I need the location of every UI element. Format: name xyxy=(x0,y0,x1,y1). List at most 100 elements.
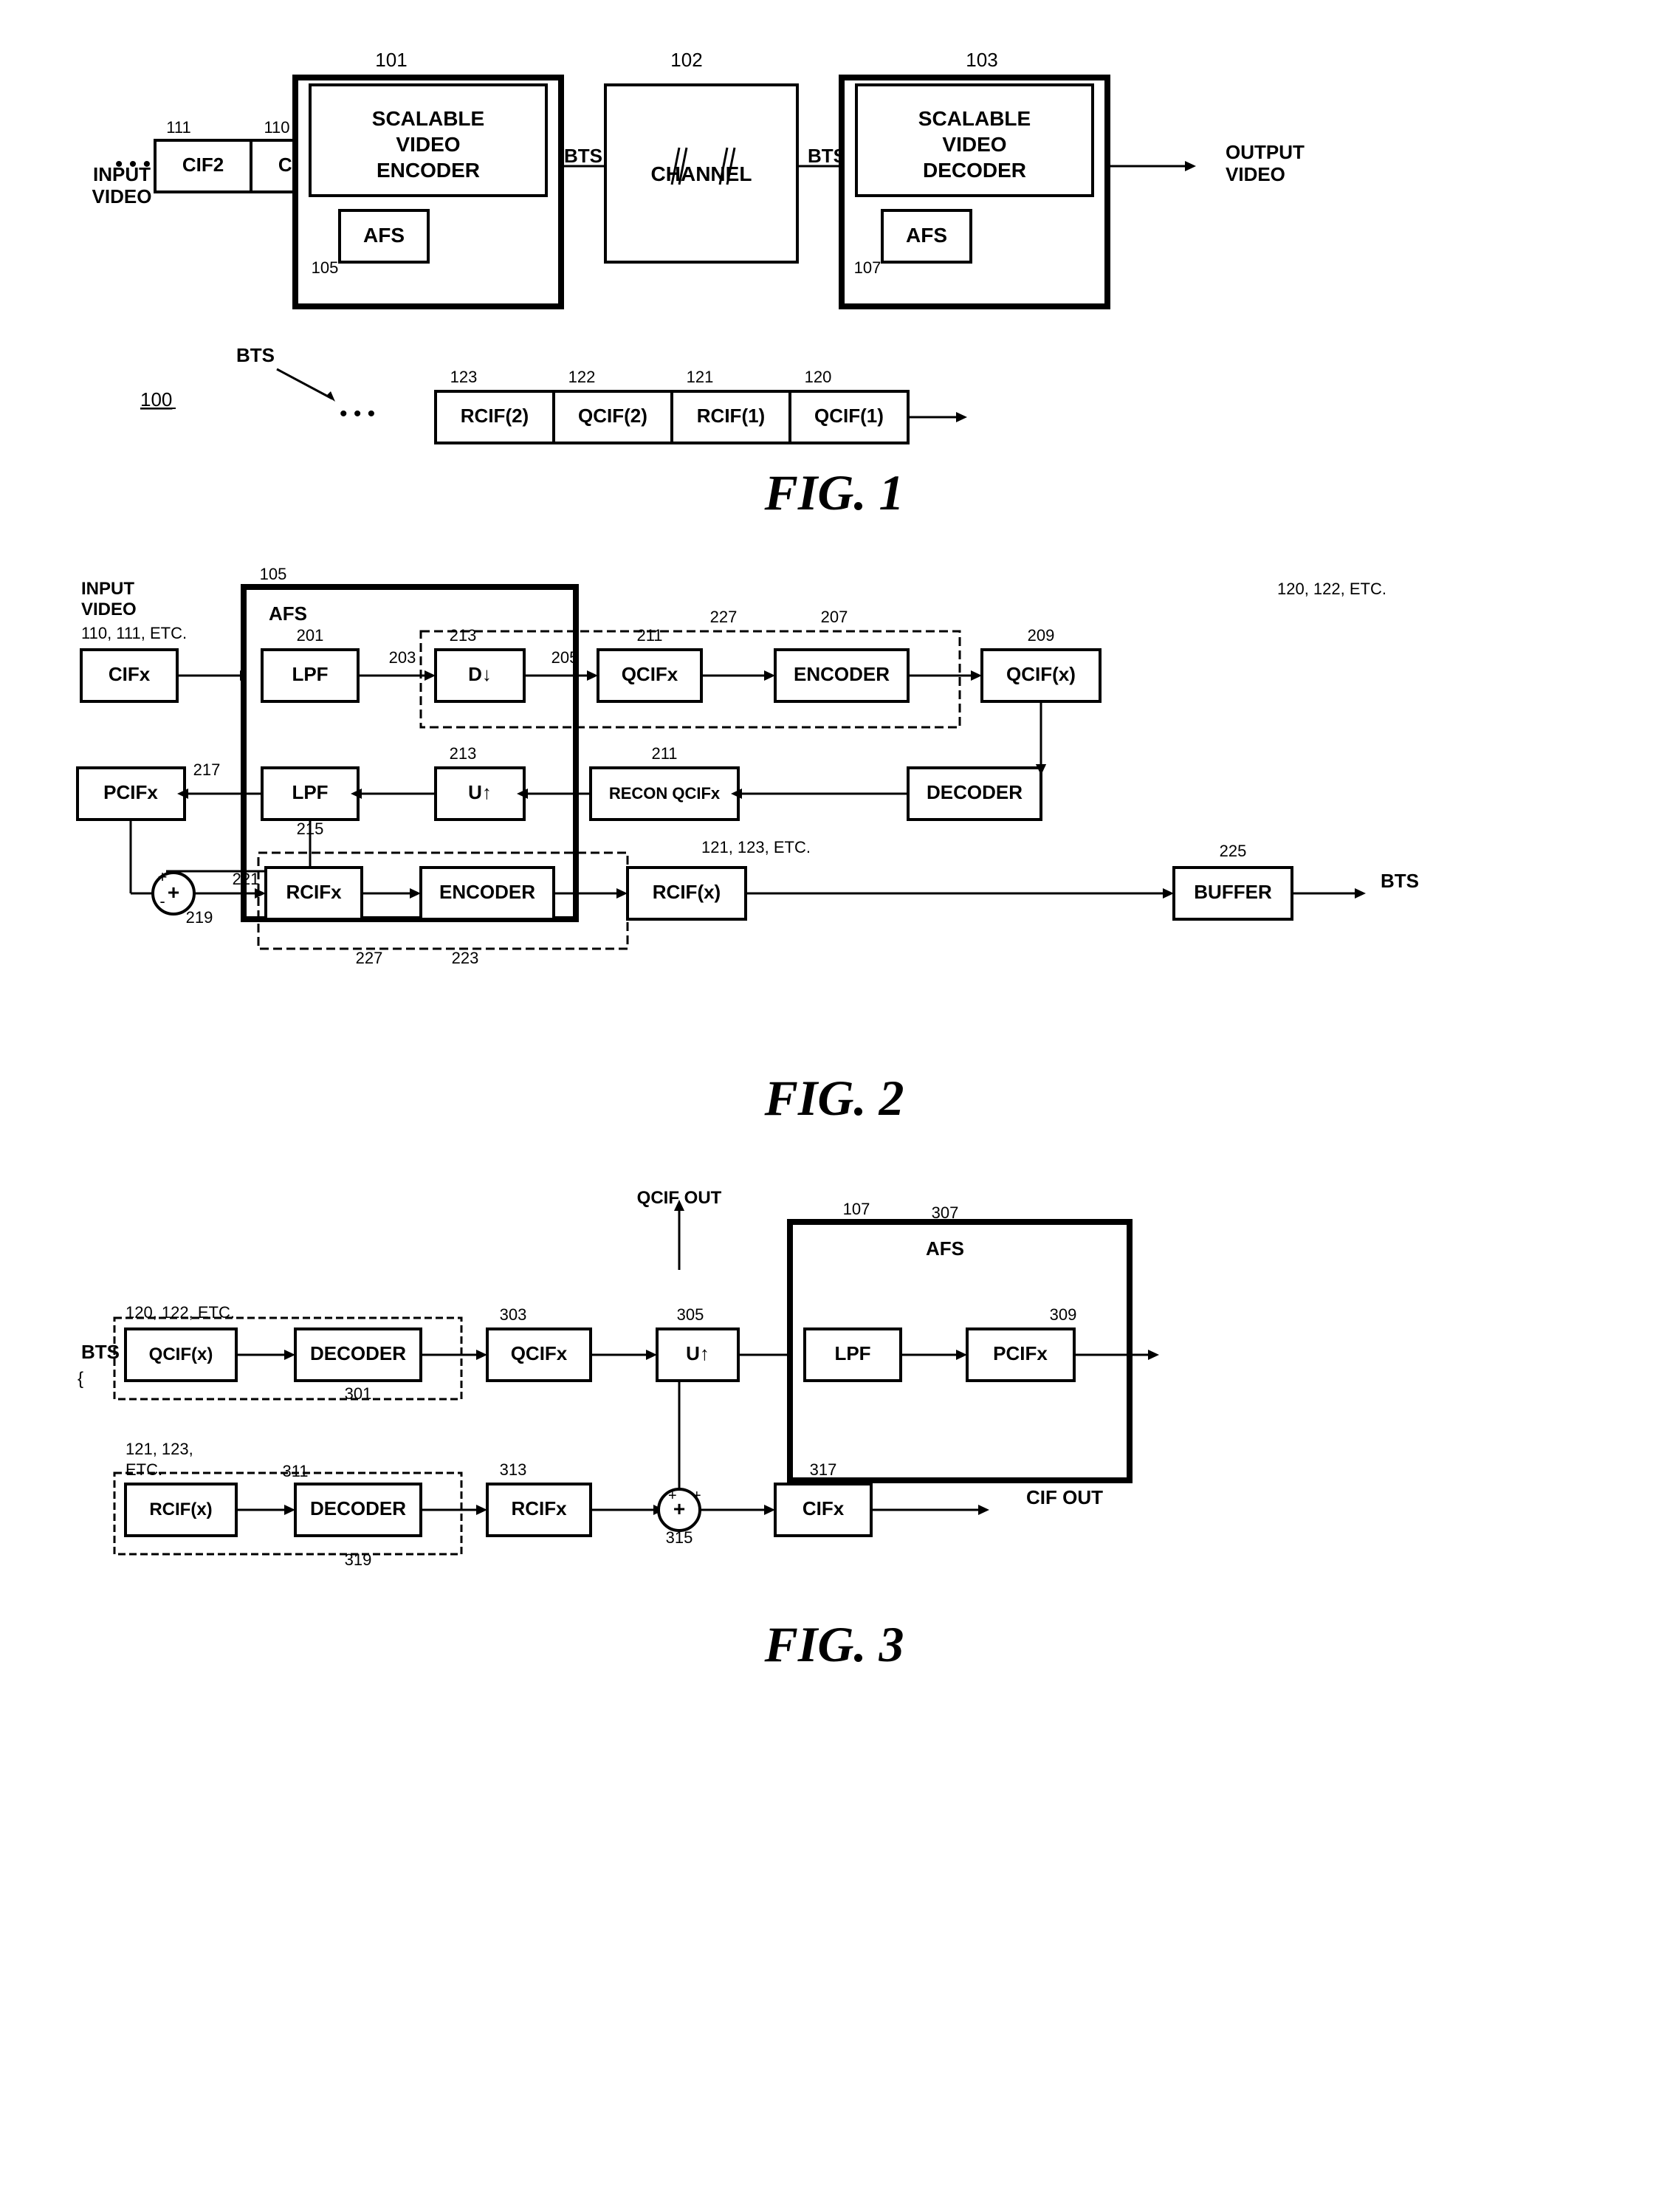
label-encoder-bot: ENCODER xyxy=(439,881,535,903)
label-decoder: DECODER xyxy=(923,159,1026,182)
arrow-enc-qcifx xyxy=(971,670,982,681)
plus-right-fig3: + xyxy=(693,1488,701,1504)
label-input-video-fig2: INPUT xyxy=(81,579,134,599)
label-qcifx-mid: QCIFx xyxy=(511,1342,568,1364)
label-etc-bot: 121, 123, ETC. xyxy=(701,838,811,856)
num-120: 120 xyxy=(805,368,832,386)
num-213: 213 xyxy=(450,626,477,645)
label-ddown: D↓ xyxy=(468,663,492,685)
arrow-qcif-dec-fig3 xyxy=(284,1350,295,1360)
fig1-title: FIG. 1 xyxy=(764,464,904,521)
arrow-cifx-out xyxy=(978,1505,989,1515)
page: 101 102 103 INPUT VIDEO CIF2 111 CIF1 11… xyxy=(0,0,1653,2212)
num-110: 110 xyxy=(264,118,289,137)
label-qcifx-in: QCIF(x) xyxy=(149,1344,213,1364)
label-plus1: + xyxy=(158,868,168,886)
num-211: 211 xyxy=(636,626,662,645)
num-123: 123 xyxy=(450,368,478,386)
num-107-fig3: 107 xyxy=(843,1200,870,1218)
label-scalable-dec: SCALABLE xyxy=(918,107,1031,130)
label-101: 101 xyxy=(375,49,407,71)
arrow-bts-bottom xyxy=(326,391,335,402)
arrow-rcifx-decbot xyxy=(284,1505,295,1515)
label-afs-fig2: AFS xyxy=(269,602,307,625)
num-203: 203 xyxy=(389,648,416,667)
label-uup-fig3: U↑ xyxy=(686,1342,709,1364)
label-decoder-fig2: DECODER xyxy=(927,781,1023,803)
num-100: 100 xyxy=(140,388,172,411)
num-225: 225 xyxy=(1220,842,1247,860)
num-307: 307 xyxy=(932,1203,959,1222)
label-etc2b-fig3: ETC. xyxy=(126,1460,162,1479)
label-bts-left: BTS xyxy=(564,145,602,167)
label-qcif-out: QCIF(x) xyxy=(1006,663,1076,685)
label-cifx: CIFx xyxy=(109,663,151,685)
num-122: 122 xyxy=(568,368,596,386)
num-121: 121 xyxy=(687,368,714,386)
num-209: 209 xyxy=(1028,626,1055,645)
num-319: 319 xyxy=(345,1550,372,1569)
label-etc2-fig3: 121, 123, xyxy=(126,1440,193,1458)
num-207: 207 xyxy=(821,608,848,626)
num-227a: 227 xyxy=(710,608,738,626)
label-qcifx-top: QCIFx xyxy=(622,663,678,685)
arrow-qcif-enc xyxy=(764,670,775,681)
label-lpf2: LPF xyxy=(292,781,328,803)
label-afs-fig3: AFS xyxy=(926,1237,964,1260)
label-lpf-fig3: LPF xyxy=(834,1342,870,1364)
arrow-dectop-qcifx xyxy=(476,1350,487,1360)
label-input-video-fig2b: VIDEO xyxy=(81,600,137,619)
num-301: 301 xyxy=(345,1384,372,1403)
label-etc-fig2: 110, 111, ETC. xyxy=(81,624,187,642)
label-103: 103 xyxy=(966,49,997,71)
num-223: 223 xyxy=(452,949,479,967)
arrow-pcifx-out xyxy=(1148,1350,1159,1360)
label-pcifx: PCIFx xyxy=(103,781,158,803)
num-217: 217 xyxy=(193,760,221,779)
label-rcifx-in-fig3: RCIF(x) xyxy=(149,1500,212,1519)
label-bts-bottom: BTS xyxy=(236,344,275,366)
label-bts-fig2: BTS xyxy=(1381,870,1419,892)
fig3-title: FIG. 3 xyxy=(764,1616,904,1672)
label-rcif-out: RCIF(x) xyxy=(653,881,721,903)
num-105: 105 xyxy=(312,258,339,277)
label-rcifx-mid: RCIFx xyxy=(511,1497,567,1519)
brace-left: { xyxy=(78,1369,83,1389)
num-201: 201 xyxy=(297,626,324,645)
num-303: 303 xyxy=(500,1305,527,1324)
label-afs-dec: AFS xyxy=(906,224,947,247)
arrow-dec-out xyxy=(1185,161,1196,171)
label-afs-enc: AFS xyxy=(363,224,405,247)
label-encoder-top: ENCODER xyxy=(794,663,890,685)
label-etc-right: 120, 122, ETC. xyxy=(1277,580,1386,598)
num-305: 305 xyxy=(677,1305,704,1324)
label-output-video2: VIDEO xyxy=(1226,163,1285,185)
label-channel: CHANNEL xyxy=(651,162,752,185)
label-video-dec: VIDEO xyxy=(942,133,1006,156)
figure-2: INPUT VIDEO 110, 111, ETC. 120, 122, ETC… xyxy=(59,561,1609,1167)
num-111: 111 xyxy=(166,118,190,137)
arrow-decbot-rcifx xyxy=(476,1505,487,1515)
label-cif-out: CIF OUT xyxy=(1026,1486,1103,1508)
num-317: 317 xyxy=(810,1460,837,1479)
num-211b: 211 xyxy=(651,744,677,763)
label-video: VIDEO xyxy=(396,133,460,156)
dots-input: • • • xyxy=(115,152,151,176)
label-rcif2: RCIF(2) xyxy=(461,405,529,427)
label-encoder: ENCODER xyxy=(377,159,480,182)
label-buffer: BUFFER xyxy=(1194,881,1272,903)
fig2-title: FIG. 2 xyxy=(764,1070,904,1126)
num-313: 313 xyxy=(500,1460,527,1479)
label-lpf1: LPF xyxy=(292,663,328,685)
label-cifx-fig3: CIFx xyxy=(803,1497,845,1519)
arrow-buf-bts xyxy=(1355,888,1366,899)
num-105-fig2: 105 xyxy=(260,565,287,583)
label-sum: + xyxy=(168,881,179,904)
label-qcif2: QCIF(2) xyxy=(578,405,647,427)
arrow-qcifx-u xyxy=(646,1350,657,1360)
label-minus: - xyxy=(159,892,165,910)
label-rcifx-in: RCIFx xyxy=(286,881,342,903)
arrow-encbot-rcif xyxy=(616,888,628,899)
label-102: 102 xyxy=(670,49,702,71)
label-decoder-top-fig3: DECODER xyxy=(310,1342,406,1364)
